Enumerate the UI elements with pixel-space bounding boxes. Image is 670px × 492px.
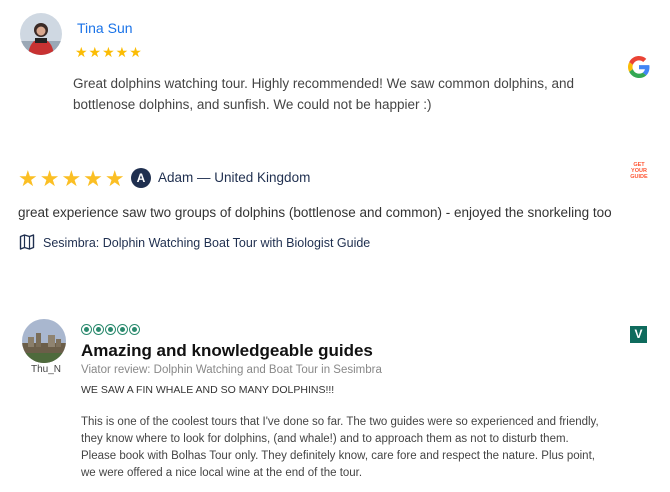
reviewer-avatar	[22, 319, 66, 363]
reviewer-name: Adam — United Kingdom	[158, 170, 311, 185]
map-icon	[19, 234, 35, 250]
rating-bubble	[105, 324, 116, 335]
reviewer-avatar	[20, 13, 62, 55]
viator-logo-icon: V	[630, 326, 647, 343]
star-rating: ★★★★★	[75, 44, 143, 60]
reviewer-username: Thu_N	[30, 364, 61, 375]
review-title: Amazing and knowledgeable guides	[81, 341, 373, 360]
getyourguide-logo-icon: GET YOUR GUIDE	[630, 162, 648, 180]
rating-bubble	[93, 324, 104, 335]
review-source: Viator review: Dolphin Watching and Boat…	[81, 364, 382, 376]
avatar: A	[131, 168, 151, 188]
rating-bubble	[81, 324, 92, 335]
star-rating: ★★★★★	[18, 166, 127, 191]
google-logo-icon	[628, 56, 650, 78]
tour-link[interactable]: Sesimbra: Dolphin Watching Boat Tour wit…	[43, 236, 370, 250]
review-text: This is one of the coolest tours that I'…	[81, 416, 599, 479]
bubble-rating	[81, 322, 141, 335]
review-text: great experience saw two groups of dolph…	[18, 205, 612, 220]
review-text: Great dolphins watching tour. Highly rec…	[73, 76, 575, 112]
rating-bubble	[129, 324, 140, 335]
rating-bubble	[117, 324, 128, 335]
reviewer-name[interactable]: Tina Sun	[77, 20, 133, 36]
review-heading: WE SAW A FIN WHALE AND SO MANY DOLPHINS!…	[81, 384, 335, 396]
